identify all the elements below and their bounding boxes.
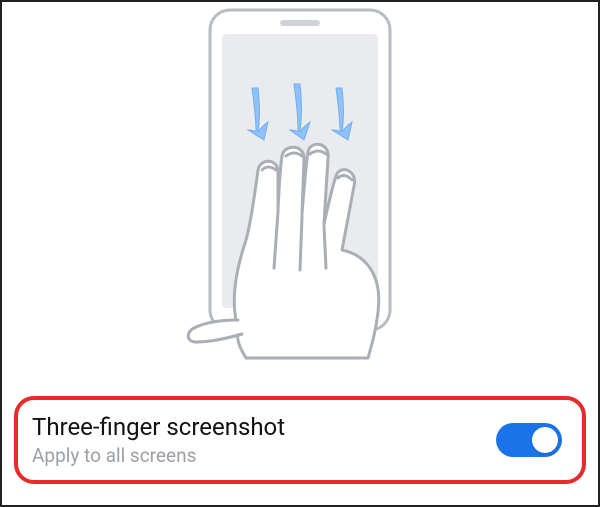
setting-text-block: Three-finger screenshot Apply to all scr… [32, 413, 285, 467]
gesture-illustration [0, 0, 600, 380]
three-finger-swipe-down-icon [150, 0, 450, 370]
setting-subtitle: Apply to all screens [32, 444, 285, 467]
toggle-knob [532, 427, 558, 453]
setting-row-three-finger-screenshot[interactable]: Three-finger screenshot Apply to all scr… [14, 396, 586, 484]
setting-title: Three-finger screenshot [32, 413, 285, 442]
toggle-switch[interactable] [496, 423, 562, 457]
